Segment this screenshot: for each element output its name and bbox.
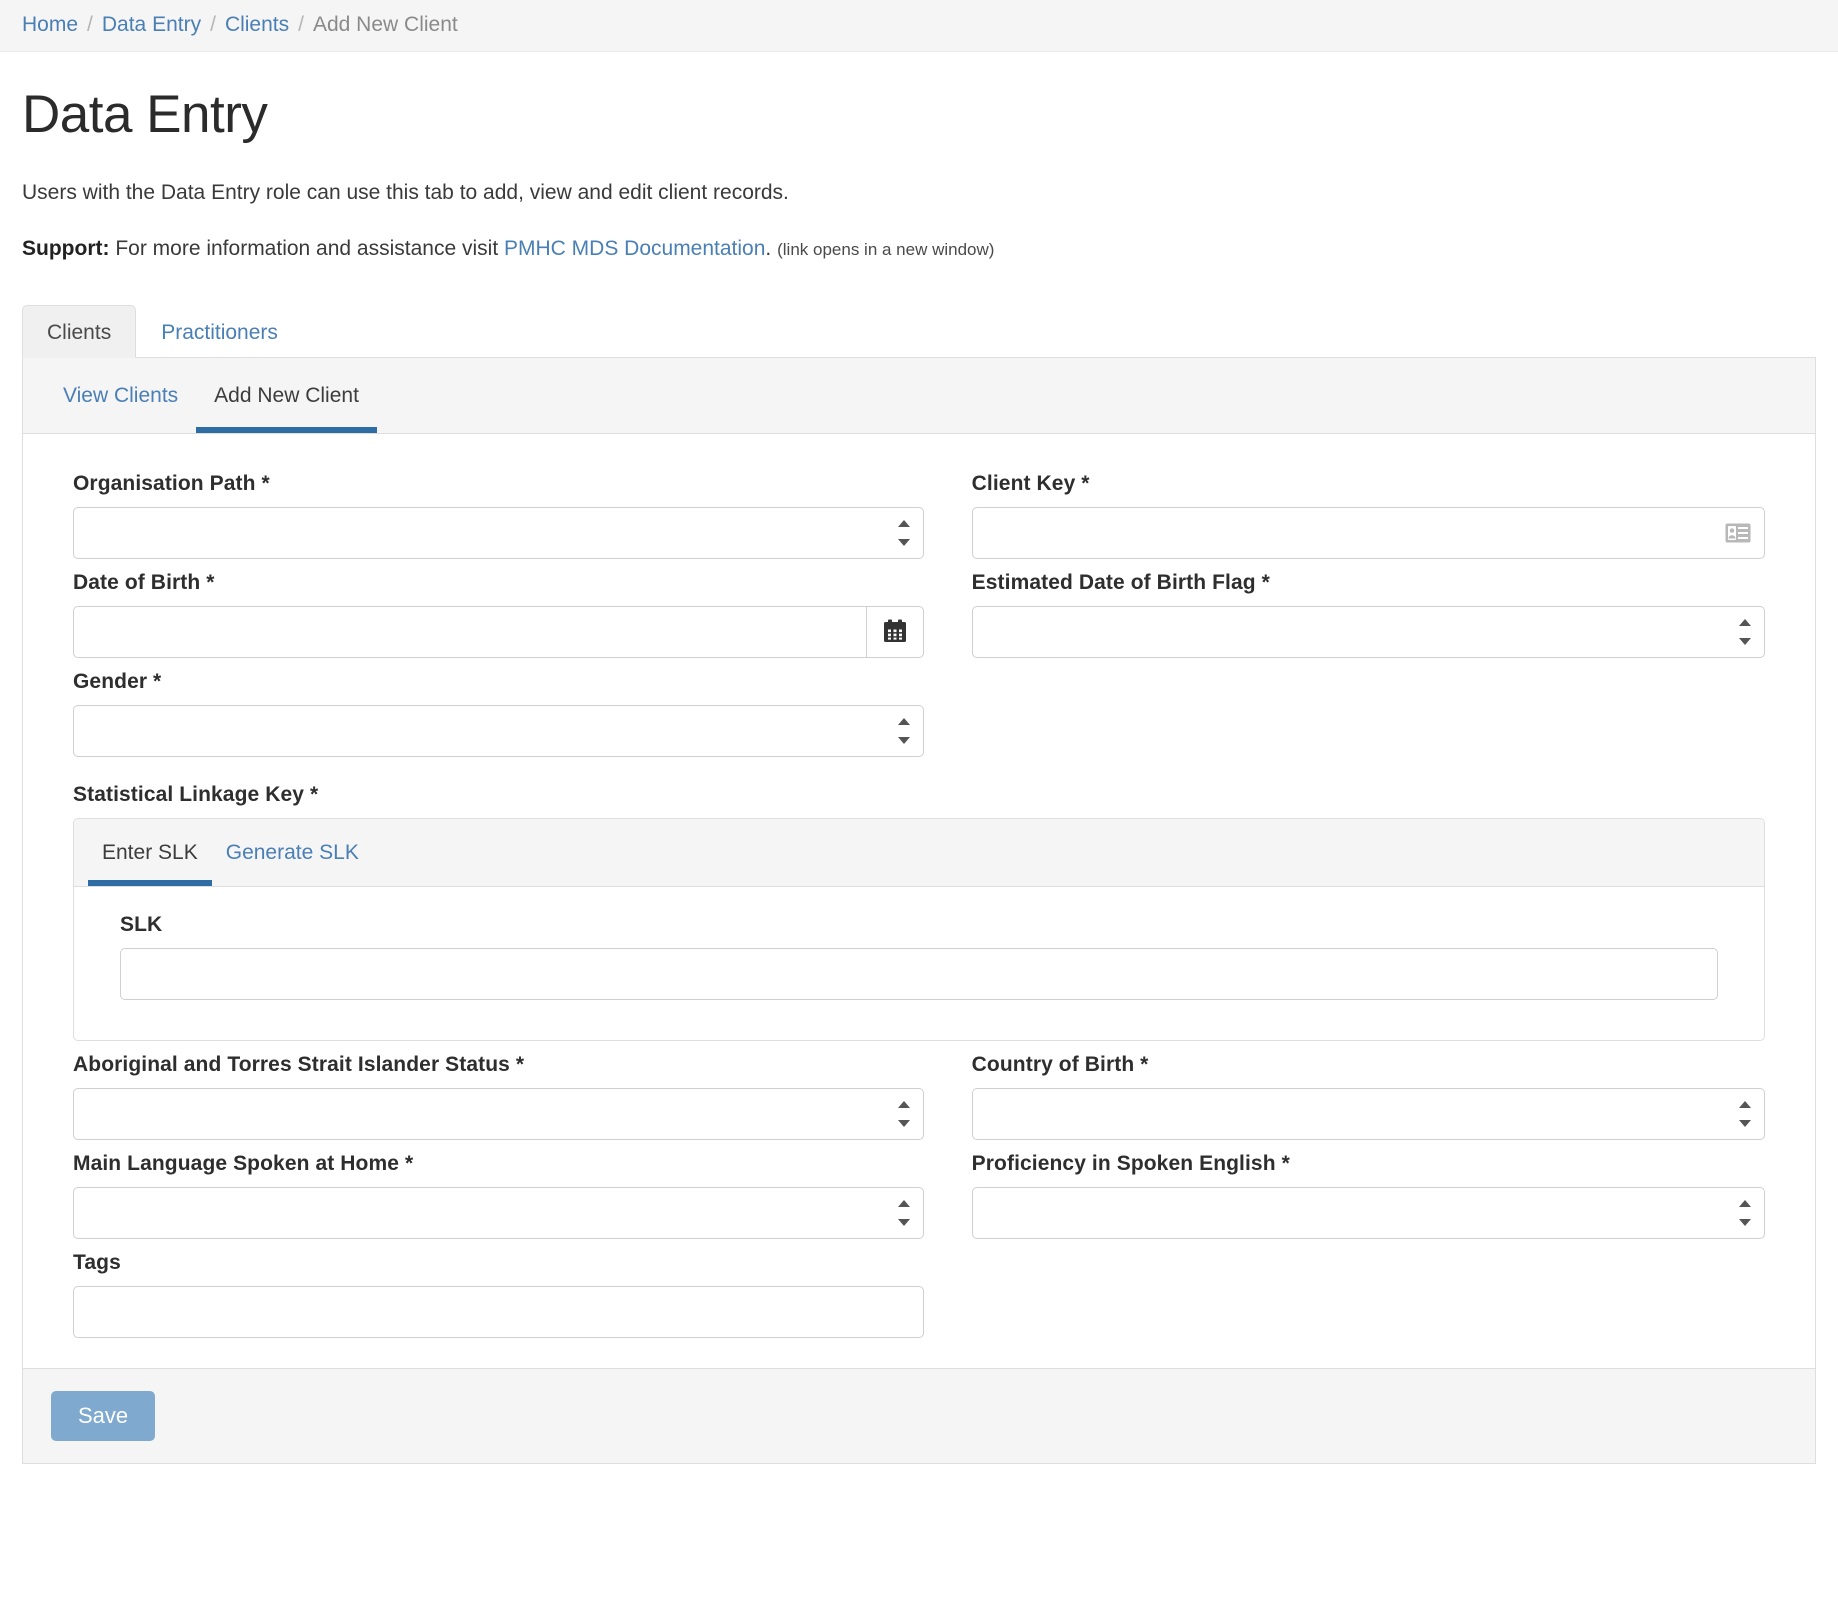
client-key-label: Client Key * [971, 472, 1090, 496]
gender-select[interactable] [73, 705, 924, 758]
clients-panel: View Clients Add New Client Organisation… [22, 358, 1816, 1465]
breadcrumb-item-add-new-client: Add New Client [312, 13, 458, 36]
subtab-add-new-client[interactable]: Add New Client [196, 358, 377, 434]
panel-footer: Save [23, 1368, 1815, 1464]
support-text: For more information and assistance visi… [115, 237, 499, 260]
support-note: (link opens in a new window) [777, 240, 995, 259]
form-row: Gender * [73, 658, 1765, 758]
slk-panel: Enter SLK Generate SLK SLK [73, 818, 1765, 1042]
proficiency-english-select[interactable] [971, 1187, 1765, 1240]
field-statistical-linkage-key: Statistical Linkage Key * Enter SLK Gene… [73, 783, 1765, 1042]
support-line: Support: For more information and assist… [22, 237, 1816, 261]
breadcrumb-item-data-entry[interactable]: Data Entry [102, 13, 201, 36]
gender-label: Gender * [73, 670, 162, 694]
add-new-client-form: Organisation Path * Client Key * Date of… [23, 434, 1815, 1368]
secondary-tabs: View Clients Add New Client [23, 358, 1815, 435]
field-tags: Tags [73, 1251, 924, 1339]
form-row: Date of Birth * Estimated Date of Birth … [73, 559, 1765, 659]
calendar-icon [882, 618, 908, 647]
statistical-linkage-key-label: Statistical Linkage Key * [73, 783, 319, 807]
country-of-birth-label: Country of Birth * [971, 1053, 1149, 1077]
support-label: Support: [22, 237, 110, 260]
date-of-birth-label: Date of Birth * [73, 571, 215, 595]
page-description: Users with the Data Entry role can use t… [22, 181, 789, 204]
primary-tabs: Clients Practitioners [22, 305, 1816, 359]
calendar-picker-button[interactable] [865, 606, 924, 659]
organisation-path-label: Organisation Path * [73, 472, 270, 496]
breadcrumb-separator: / [210, 13, 216, 36]
breadcrumb-separator: / [298, 13, 304, 36]
client-key-input[interactable] [971, 507, 1765, 560]
field-main-language: Main Language Spoken at Home * [73, 1152, 924, 1240]
pmhc-mds-documentation-link[interactable]: PMHC MDS Documentation [504, 237, 765, 260]
breadcrumb-item-home[interactable]: Home [22, 13, 78, 36]
organisation-path-select[interactable] [73, 507, 924, 560]
field-client-key: Client Key * [971, 472, 1765, 560]
slk-tab-enter-slk[interactable]: Enter SLK [88, 819, 212, 887]
proficiency-english-label: Proficiency in Spoken English * [971, 1152, 1290, 1176]
field-gender: Gender * [73, 670, 924, 758]
atsi-status-select[interactable] [73, 1088, 924, 1141]
field-date-of-birth: Date of Birth * [73, 571, 924, 659]
tags-input[interactable] [73, 1286, 924, 1339]
slk-label: SLK [120, 913, 163, 937]
estimated-dob-flag-label: Estimated Date of Birth Flag * [971, 571, 1270, 595]
field-country-of-birth: Country of Birth * [971, 1053, 1765, 1141]
form-row: Tags [73, 1239, 1765, 1339]
field-proficiency-english: Proficiency in Spoken English * [971, 1152, 1765, 1240]
slk-input[interactable] [120, 948, 1718, 1001]
date-of-birth-input[interactable] [73, 606, 866, 659]
support-period: . [765, 237, 772, 260]
form-row: Main Language Spoken at Home * Proficien… [73, 1140, 1765, 1240]
tags-label: Tags [73, 1251, 121, 1275]
form-row: Organisation Path * Client Key * [73, 460, 1765, 560]
atsi-status-label: Aboriginal and Torres Strait Islander St… [73, 1053, 525, 1077]
slk-tabs: Enter SLK Generate SLK [74, 819, 1764, 888]
breadcrumb-item-clients[interactable]: Clients [225, 13, 289, 36]
tab-clients[interactable]: Clients [22, 305, 137, 359]
field-estimated-dob-flag: Estimated Date of Birth Flag * [971, 571, 1765, 659]
breadcrumb: Home / Data Entry / Clients / Add New Client [0, 0, 1838, 52]
slk-tab-content: SLK [74, 887, 1764, 1040]
page-title: Data Entry [22, 85, 268, 144]
breadcrumb-separator: / [87, 13, 93, 36]
main-language-select[interactable] [73, 1187, 924, 1240]
save-button[interactable]: Save [51, 1391, 156, 1442]
main-language-label: Main Language Spoken at Home * [73, 1152, 414, 1176]
slk-tab-generate-slk[interactable]: Generate SLK [212, 819, 373, 886]
tab-practitioners[interactable]: Practitioners [136, 305, 303, 358]
form-row: Aboriginal and Torres Strait Islander St… [73, 1041, 1765, 1141]
estimated-dob-flag-select[interactable] [971, 606, 1765, 659]
field-atsi-status: Aboriginal and Torres Strait Islander St… [73, 1053, 924, 1141]
subtab-view-clients[interactable]: View Clients [45, 358, 196, 433]
country-of-birth-select[interactable] [971, 1088, 1765, 1141]
field-organisation-path: Organisation Path * [73, 472, 924, 560]
